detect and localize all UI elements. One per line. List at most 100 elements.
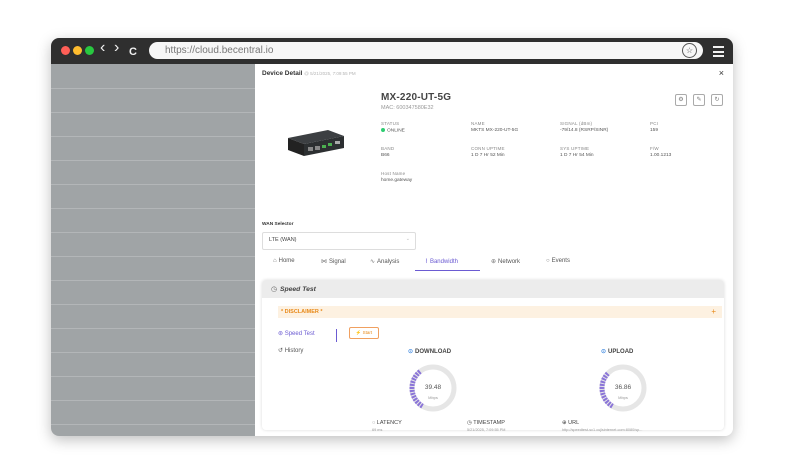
device-mac: MAC: 600347580E32 (381, 105, 434, 111)
tab-signal-label: Signal (329, 259, 346, 265)
online-status-dot (381, 128, 385, 132)
side-item-history-label: History (284, 348, 304, 354)
fw-value: 1.00.1213 (650, 153, 672, 158)
speed-test-title-text: Speed Test (279, 286, 316, 293)
tab-home[interactable]: ⌂ Home (273, 258, 295, 264)
panel-title-text: Device Detail (262, 70, 303, 77)
upload-title-text: UPLOAD (608, 349, 634, 355)
url-label: ⊕ URL (562, 420, 579, 426)
minimize-window-button[interactable] (73, 46, 82, 55)
tab-home-label: Home (278, 258, 295, 264)
signal-value: -79/14.8 (RSRP/SINR) (560, 128, 609, 133)
clock-icon: ◷ (271, 286, 277, 293)
url-label-text: URL (568, 420, 580, 426)
status-value: ONLINE (381, 128, 405, 133)
name-value: MKTS MX-220-UT-5G (471, 128, 519, 133)
events-icon: ○ (546, 258, 550, 264)
back-icon[interactable]: ‹ (100, 40, 105, 56)
url-text: https://cloud.becentral.io (165, 45, 274, 56)
settings-gear-icon[interactable]: ⚙ (675, 94, 687, 106)
download-title-text: DOWNLOAD (415, 349, 452, 355)
speed-test-card: ◷ Speed Test * DISCLAIMER * + ⊛ Speed Tes… (262, 280, 724, 432)
tab-analysis-label: Analysis (377, 259, 400, 265)
download-title: ⊙ DOWNLOAD (408, 348, 451, 355)
band-value: B66 (381, 153, 390, 158)
close-window-button[interactable] (61, 46, 70, 55)
refresh-icon[interactable]: ↻ (711, 94, 723, 106)
device-detail-panel: Device Detail @ 5/21/2025, 7:09:55 PM × … (255, 64, 733, 436)
latency-label: ◌ LATENCY (372, 420, 402, 426)
tab-bandwidth[interactable]: ⌇ Bandwidth (425, 258, 458, 265)
tab-network-label: Network (498, 259, 521, 265)
tab-events-label: Events (551, 258, 570, 264)
fw-label: F/W (650, 146, 659, 151)
download-icon: ⊙ (408, 349, 414, 355)
tab-bandwidth-label: Bandwidth (429, 259, 458, 265)
upload-icon: ⊙ (601, 349, 607, 355)
conn-uptime-value: 1 D 7 Hr 52 Min (471, 153, 505, 158)
wan-selector-dropdown[interactable]: LTE (WAN) ⌄ (262, 232, 416, 250)
speed-test-title: ◷ Speed Test (271, 285, 316, 293)
network-globe-icon: ⊕ (491, 259, 497, 265)
signal-icon: ⋈ (321, 259, 327, 265)
detail-tabs: ⌂ Home ⋈ Signal ∿ Analysis ⌇ Bandwidth ⊕ Netw… (255, 254, 733, 272)
tab-analysis[interactable]: ∿ Analysis (370, 258, 399, 265)
edit-pencil-icon[interactable]: ✎ (693, 94, 705, 106)
side-item-history[interactable]: ↺ History (278, 347, 303, 354)
host-name-value: home.gateway (381, 178, 413, 183)
bookmark-star-icon[interactable]: ☆ (682, 43, 697, 58)
status-value-text: ONLINE (387, 128, 405, 134)
side-item-speed-test[interactable]: ⊛ Speed Test (278, 330, 315, 337)
history-icon: ↺ (278, 348, 285, 354)
chevron-down-icon: ⌄ (405, 236, 410, 242)
conn-uptime-label: CONN UPTIME (471, 146, 505, 151)
timestamp-label-text: TIMESTAMP (473, 420, 505, 426)
reload-icon[interactable]: C (129, 44, 137, 60)
menu-icon[interactable] (713, 46, 724, 60)
name-label: NAME (471, 121, 485, 126)
disclaimer-text: * DISCLAIMER * (281, 309, 323, 315)
url-value: http://speedtest-sc1.cujlsinternet.com:8… (562, 428, 643, 432)
latency-label-text: LATENCY (376, 420, 402, 426)
forward-icon[interactable]: › (114, 40, 119, 56)
timestamp-value: 5/21/2025, 7:09:55 PM (467, 428, 506, 432)
sys-uptime-label: SYS UPTIME (560, 146, 590, 151)
disclaimer-bar[interactable]: * DISCLAIMER * + (278, 306, 722, 318)
close-icon[interactable]: × (719, 68, 724, 78)
home-icon: ⌂ (273, 258, 277, 264)
latency-value: 69 ms (372, 428, 383, 432)
signal-label: SIGNAL (dBm) (560, 121, 593, 126)
download-value: 39.48 (424, 384, 442, 391)
bandwidth-icon: ⌇ (425, 259, 428, 265)
upload-title: ⊙ UPLOAD (601, 348, 633, 355)
speedometer-icon: ⊛ (278, 331, 285, 337)
side-item-speed-test-label: Speed Test (284, 331, 315, 337)
wan-selector-label: WAN Selector (262, 222, 294, 227)
maximize-window-button[interactable] (85, 46, 94, 55)
status-label: STATUS (381, 121, 400, 126)
expand-plus-icon[interactable]: + (711, 307, 716, 316)
side-active-indicator (336, 329, 337, 342)
tab-signal[interactable]: ⋈ Signal (321, 258, 346, 265)
upload-unit: Mbps (618, 395, 628, 400)
pci-label: PCI (650, 121, 659, 126)
pci-value: 159 (650, 128, 659, 133)
address-bar[interactable]: https://cloud.becentral.io ☆ (149, 42, 703, 59)
browser-toolbar: ‹ › C https://cloud.becentral.io ☆ (51, 38, 733, 64)
device-list-backdrop (51, 64, 255, 436)
active-tab-indicator (415, 270, 480, 271)
host-name-label: Host Name (381, 171, 406, 176)
speed-test-header: ◷ Speed Test (262, 280, 724, 298)
band-label: BAND (381, 146, 395, 151)
panel-timestamp: @ 5/21/2025, 7:09:55 PM (304, 71, 356, 76)
tab-network[interactable]: ⊕ Network (491, 258, 520, 265)
timestamp-label: ◷ TIMESTAMP (467, 420, 505, 426)
wan-selected-value: LTE (WAN) (269, 237, 297, 243)
tab-events[interactable]: ○ Events (546, 258, 570, 264)
panel-title: Device Detail @ 5/21/2025, 7:09:55 PM (262, 70, 356, 77)
start-button[interactable]: ⚡ Start (349, 327, 379, 339)
sys-uptime-value: 1 D 7 Hr 54 Min (560, 153, 594, 158)
analysis-icon: ∿ (370, 259, 376, 265)
device-name: MX-220-UT-5G (381, 92, 452, 103)
browser-window: ‹ › C https://cloud.becentral.io ☆ Devic… (51, 38, 733, 436)
